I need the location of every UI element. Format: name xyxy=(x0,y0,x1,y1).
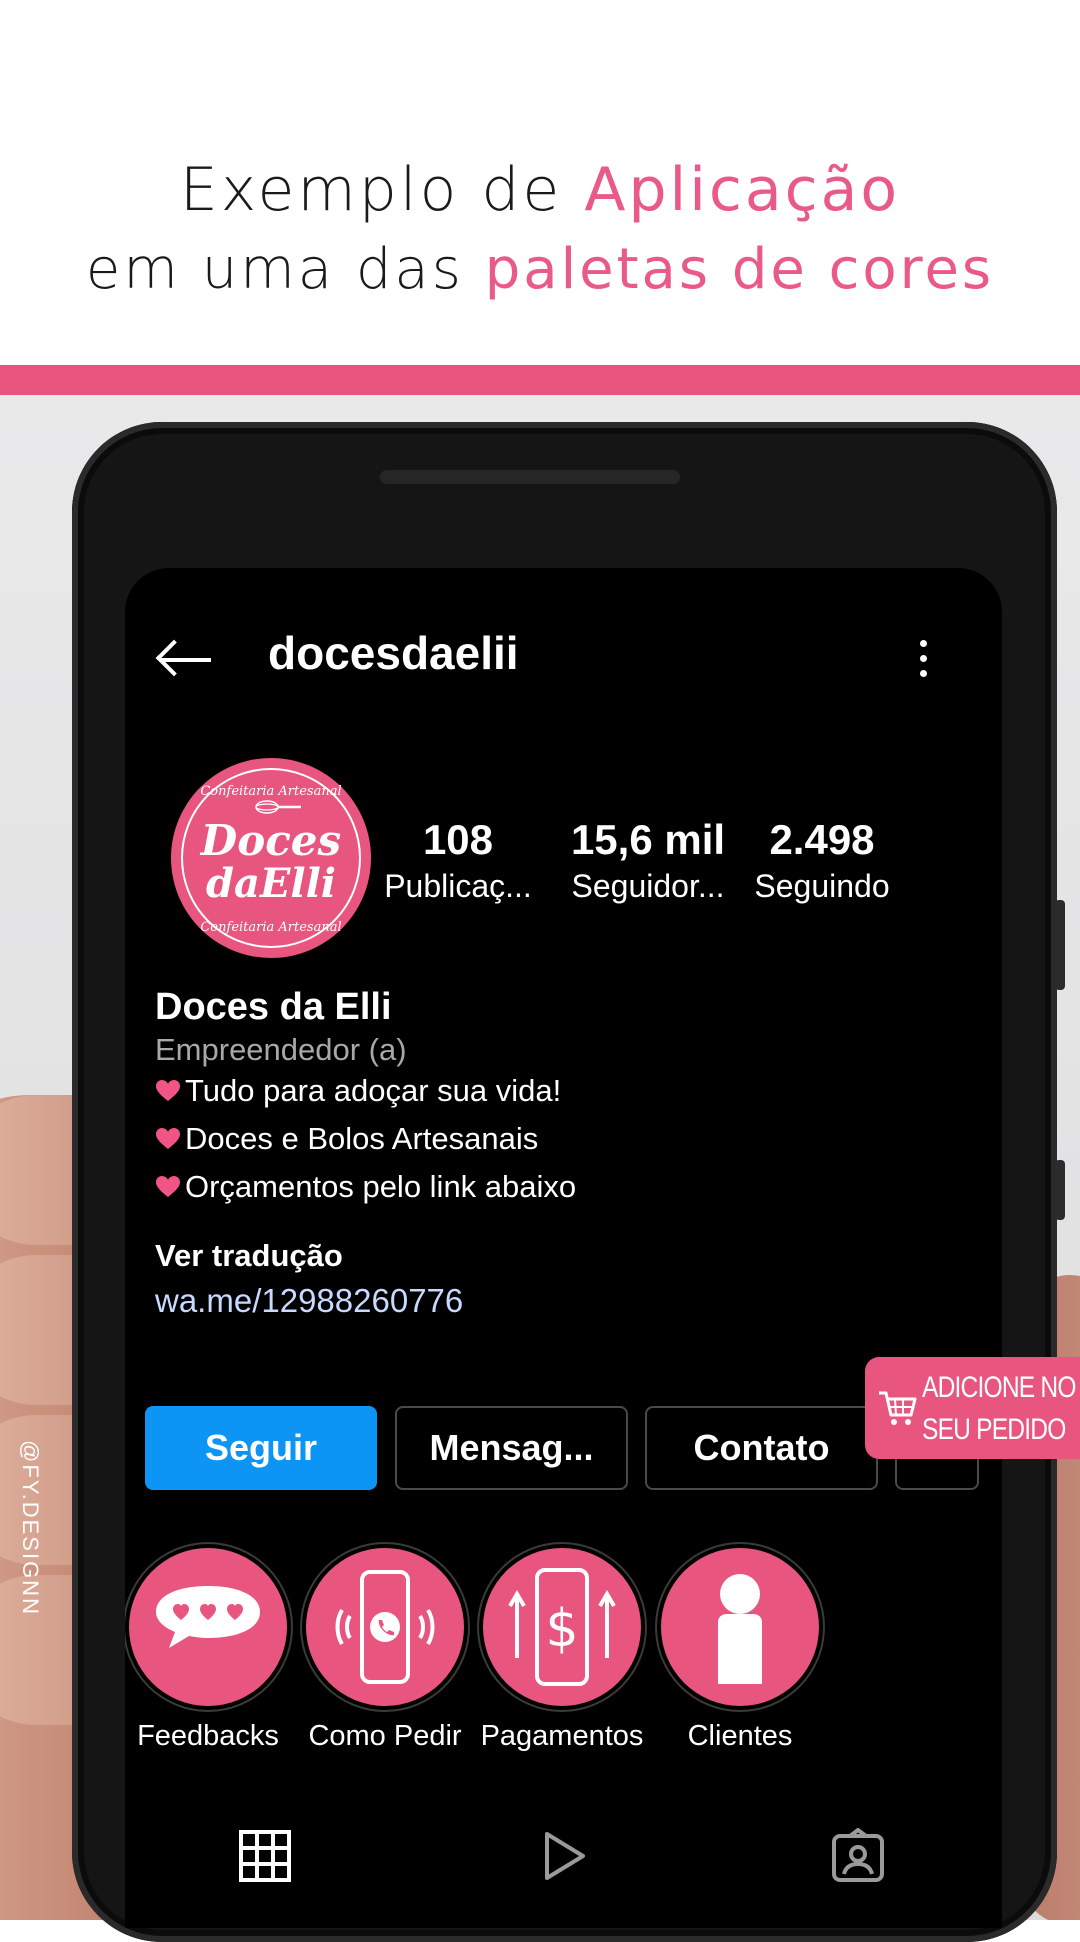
heart-icon xyxy=(156,1128,180,1149)
phone-side-button xyxy=(1055,1160,1065,1220)
highlight-pagamentos[interactable]: $ Pagamentos xyxy=(477,1548,647,1753)
profile-name: Doces da Elli xyxy=(155,986,392,1028)
stat-value: 2.498 xyxy=(769,816,875,863)
more-options-icon[interactable] xyxy=(918,640,928,684)
back-arrow-icon[interactable] xyxy=(155,639,215,680)
message-button[interactable]: Mensag... xyxy=(395,1406,628,1490)
whisk-icon xyxy=(255,800,301,814)
highlight-feedbacks[interactable]: Feedbacks xyxy=(125,1548,293,1753)
bio-text: Tudo para adoçar sua vida! xyxy=(185,1073,562,1108)
tagged-person-icon[interactable] xyxy=(830,1828,886,1884)
follow-button[interactable]: Seguir xyxy=(145,1406,377,1490)
headline-accent-1: Aplicação xyxy=(584,155,901,225)
avatar-logo-line-2: daElli xyxy=(206,860,336,907)
svg-text:$: $ xyxy=(545,1599,578,1659)
contact-button[interactable]: Contato xyxy=(645,1406,878,1490)
profile-username: docesdaelii xyxy=(268,627,519,679)
highlight-circle xyxy=(129,1548,287,1706)
highlight-label: Feedbacks xyxy=(137,1720,279,1752)
stat-posts[interactable]: 108 Publicaç... xyxy=(368,816,548,905)
stat-value: 15,6 mil xyxy=(570,816,726,863)
highlight-clientes[interactable]: Clientes xyxy=(655,1548,825,1753)
headline-line-2: em uma das paletas de cores xyxy=(85,237,995,302)
bio-text: Orçamentos pelo link abaixo xyxy=(185,1169,577,1204)
highlight-label: Clientes xyxy=(687,1720,793,1752)
stat-label: Publicaç... xyxy=(384,868,532,904)
bio-line: Doces e Bolos Artesanais xyxy=(155,1121,538,1157)
highlight-circle: $ xyxy=(483,1548,641,1706)
person-icon xyxy=(718,1574,762,1684)
stat-followers[interactable]: 15,6 mil Seguidor... xyxy=(553,816,743,905)
watermark-text: @FY.DESIGNN xyxy=(18,1440,43,1616)
highlight-label: Como Pedir xyxy=(308,1720,462,1752)
stat-value: 108 xyxy=(422,816,494,863)
grid-icon[interactable] xyxy=(237,1828,293,1884)
add-to-order-badge[interactable]: ADICIONE NO SEU PEDIDO xyxy=(865,1357,1080,1459)
speech-bubble-hearts-icon xyxy=(156,1586,260,1648)
pink-divider-band xyxy=(0,365,1080,395)
headline-line-1: Exemplo de Aplicação xyxy=(179,155,901,225)
highlight-circle xyxy=(661,1548,819,1706)
phone-whatsapp-icon xyxy=(335,1570,435,1684)
badge-line-2: SEU PEDIDO xyxy=(922,1413,1066,1446)
shopping-cart-icon xyxy=(879,1391,917,1425)
phone-side-button xyxy=(1055,900,1065,990)
heart-icon xyxy=(156,1080,180,1101)
stat-label: Seguindo xyxy=(754,868,890,904)
highlight-circle xyxy=(306,1548,464,1706)
phone-screen: docesdaelii Confeitaria Artesanal Doces … xyxy=(125,568,1002,1928)
profile-category: Empreendedor (a) xyxy=(155,1032,407,1067)
avatar[interactable]: Confeitaria Artesanal Doces daElli Confe… xyxy=(171,758,371,958)
headline-accent-2: paletas de cores xyxy=(484,237,995,302)
reels-play-icon[interactable] xyxy=(535,1828,591,1884)
highlight-como-pedir[interactable]: Como Pedir xyxy=(300,1548,470,1753)
stat-following[interactable]: 2.498 Seguindo xyxy=(747,816,897,905)
highlight-label: Pagamentos xyxy=(480,1720,644,1752)
bio-line: Orçamentos pelo link abaixo xyxy=(155,1169,576,1205)
bio-line: Tudo para adoçar sua vida! xyxy=(155,1073,561,1109)
avatar-arc-bottom-text: Confeitaria Artesanal xyxy=(200,920,342,935)
avatar-logo-line-1: Doces xyxy=(200,816,342,865)
header-area: Exemplo de Aplicação em uma das paletas … xyxy=(0,0,1080,365)
badge-line-1: ADICIONE NO xyxy=(922,1371,1076,1404)
avatar-arc-top-text: Confeitaria Artesanal xyxy=(200,784,342,799)
heart-icon xyxy=(156,1176,180,1197)
stat-label: Seguidor... xyxy=(571,868,725,904)
phone-dollar-icon: $ xyxy=(508,1568,616,1686)
phone-speaker xyxy=(380,470,680,484)
profile-link[interactable]: wa.me/12988260776 xyxy=(155,1282,463,1320)
bio-text: Doces e Bolos Artesanais xyxy=(185,1121,539,1156)
see-translation-link[interactable]: Ver tradução xyxy=(155,1238,343,1274)
